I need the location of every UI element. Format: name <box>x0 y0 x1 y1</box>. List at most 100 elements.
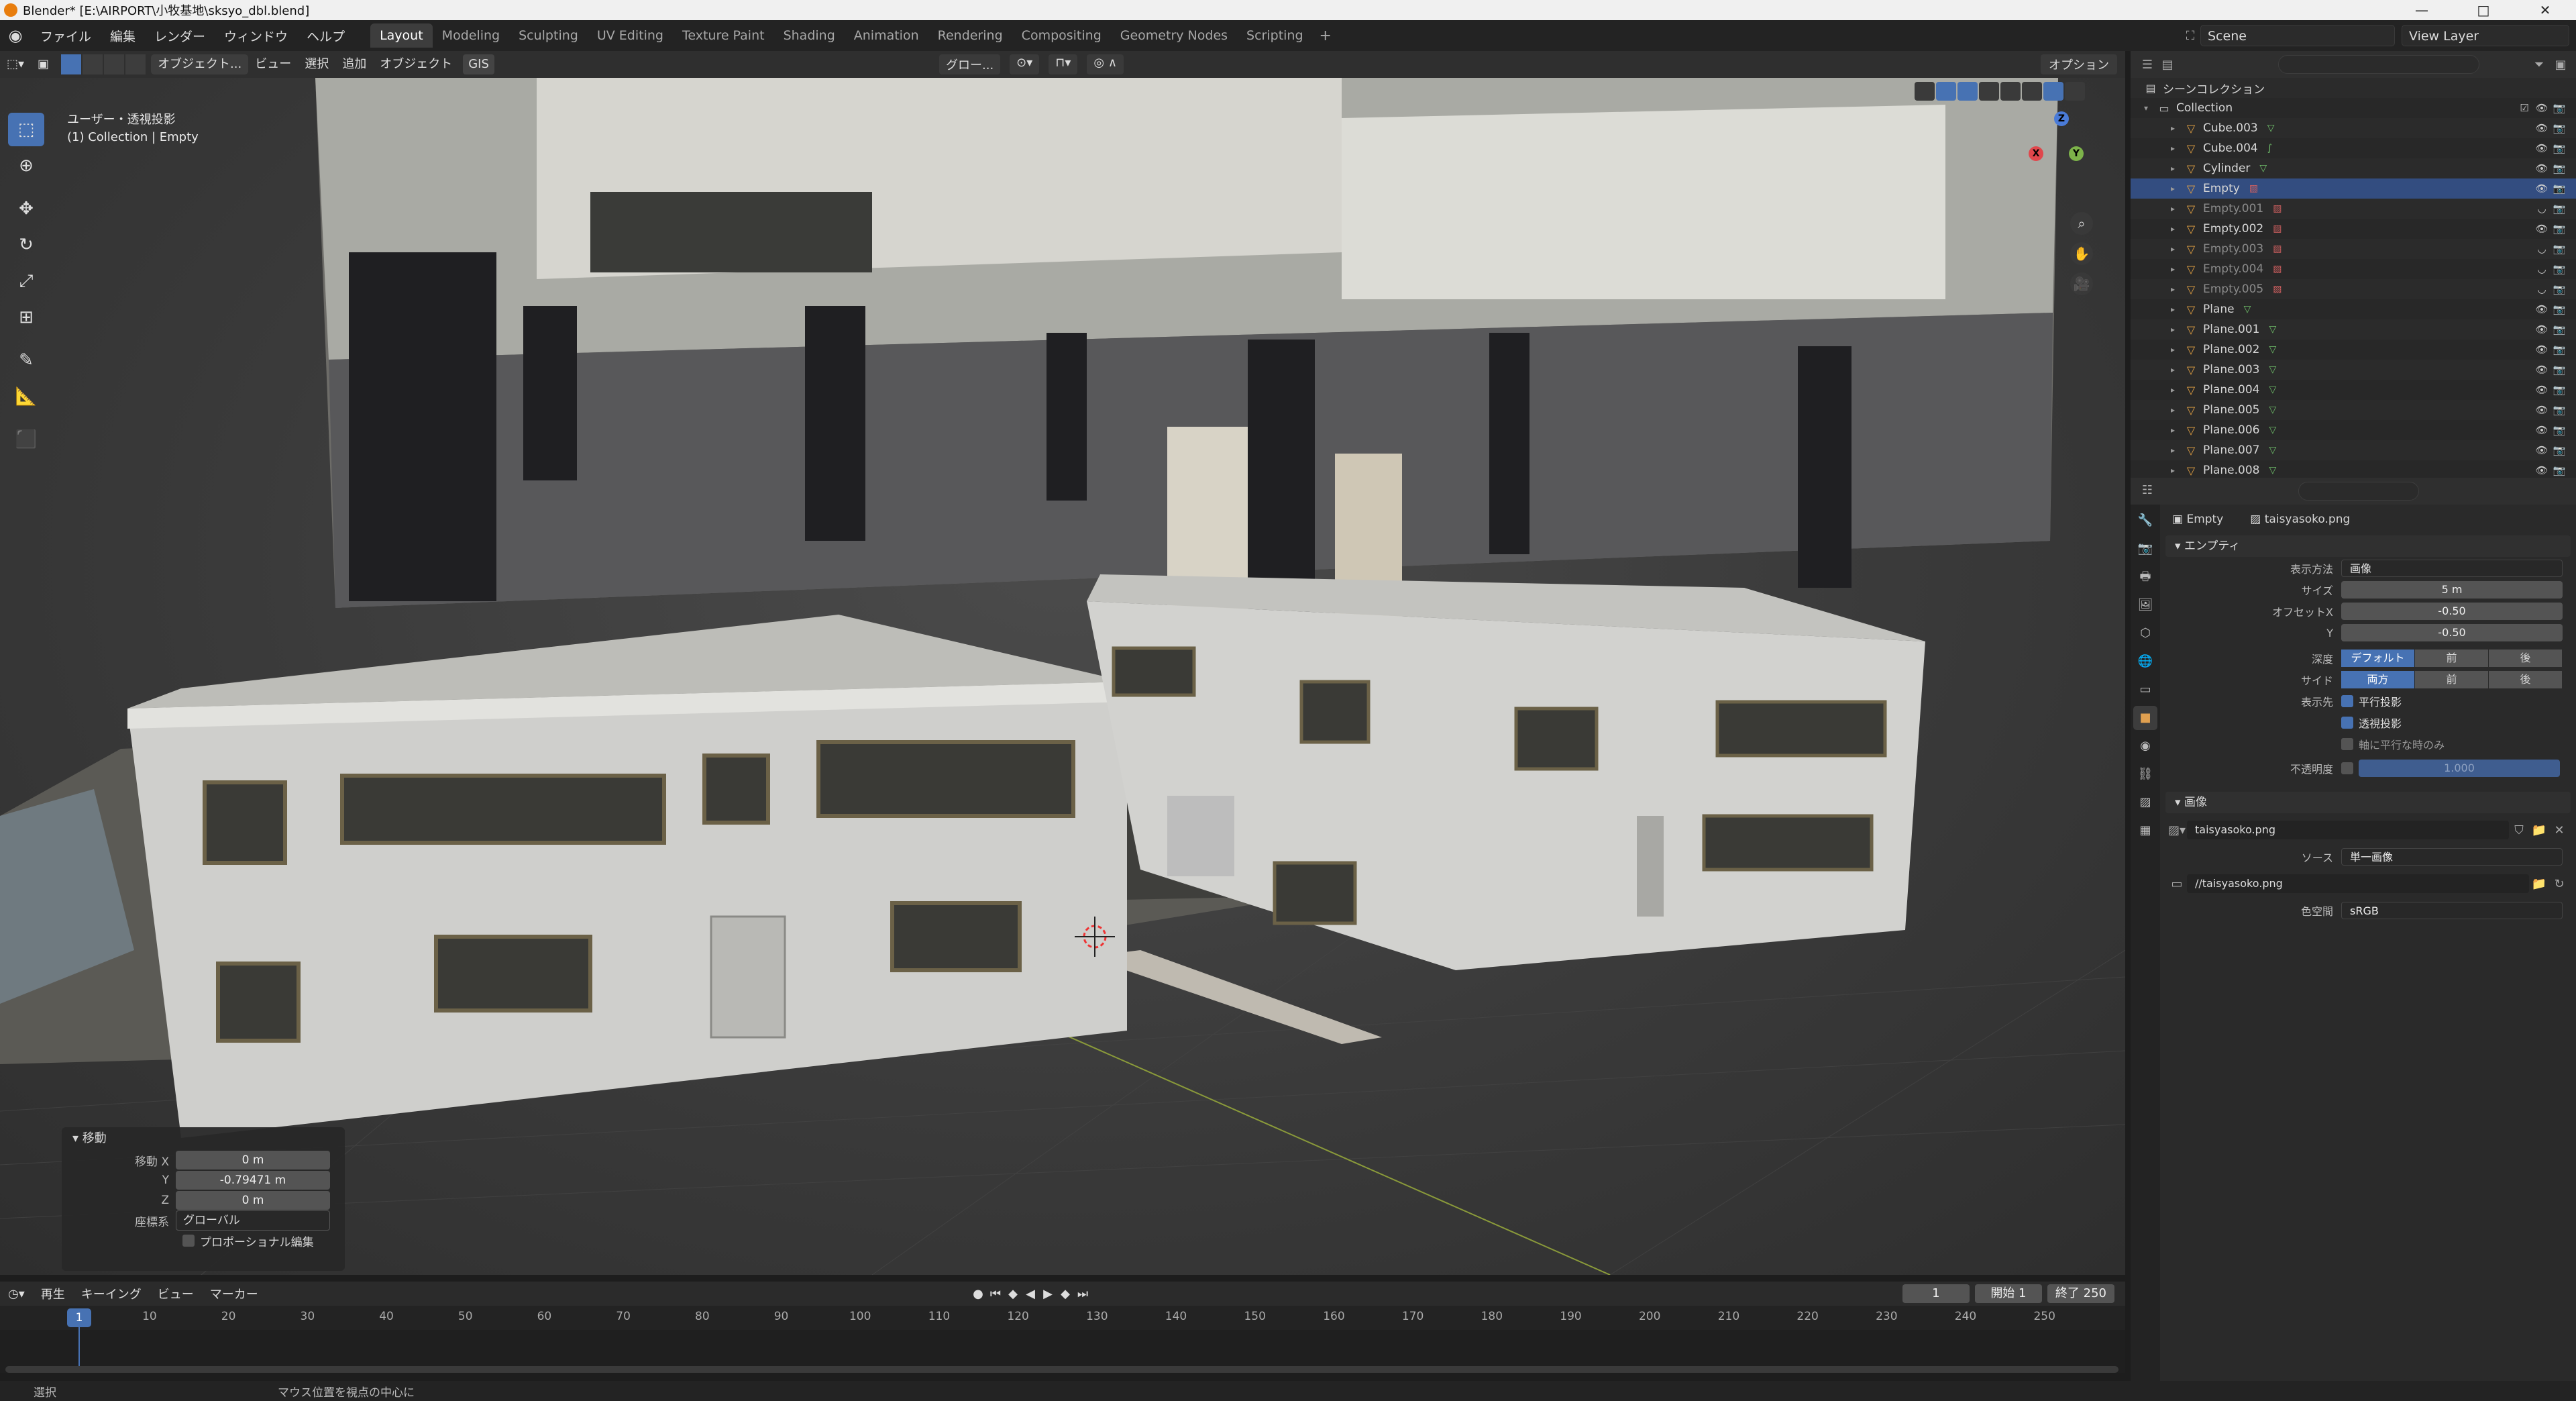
outliner-item[interactable]: ▸ ▽ Plane.008 ▽ 👁 📷 <box>2131 460 2576 478</box>
use-opacity-checkbox[interactable] <box>2341 762 2359 774</box>
expand-icon[interactable]: ▸ <box>2171 224 2182 234</box>
view-layer-field[interactable]: View Layer <box>2402 25 2569 46</box>
open-image-icon[interactable]: 📁 <box>2529 823 2549 837</box>
eye-icon[interactable]: 👁 <box>2533 424 2551 436</box>
move-x-field[interactable]: 0 m <box>176 1151 330 1170</box>
operator-title[interactable]: ▾ 移動 <box>62 1127 345 1150</box>
expand-icon[interactable]: ▸ <box>2171 325 2182 334</box>
move-icon[interactable]: ✥ <box>8 192 44 225</box>
shading-render-icon[interactable] <box>2065 82 2085 101</box>
mesh-data-icon[interactable]: ▽ <box>2269 425 2282 435</box>
shading-solid-icon[interactable] <box>2022 82 2042 101</box>
shading-material-icon[interactable] <box>2043 82 2063 101</box>
expand-icon[interactable]: ▸ <box>2171 466 2182 475</box>
add-workspace-icon[interactable]: + <box>1313 28 1338 44</box>
expand-icon[interactable]: ▸ <box>2171 184 2182 193</box>
tab-sculpting[interactable]: Sculpting <box>509 23 588 48</box>
outliner-item[interactable]: ▸ ▽ Plane.005 ▽ 👁 📷 <box>2131 400 2576 420</box>
jump-start-icon[interactable]: ⏮ <box>987 1287 1004 1301</box>
outliner-item[interactable]: ▸ ▽ Empty ▨ 👁 📷 <box>2131 178 2576 199</box>
menu-timeline-view[interactable]: ビュー <box>150 1285 202 1302</box>
rotate-icon[interactable]: ↻ <box>8 228 44 262</box>
tab-scripting[interactable]: Scripting <box>1237 23 1313 48</box>
expand-icon[interactable]: ▸ <box>2171 244 2182 254</box>
menu-object[interactable]: オブジェクト <box>373 54 459 74</box>
side-front[interactable]: 前 <box>2415 671 2488 688</box>
menu-add[interactable]: 追加 <box>335 54 373 74</box>
menu-keying[interactable]: キーイング <box>73 1285 150 1302</box>
eye-icon[interactable]: 👁 <box>2533 183 2551 195</box>
menu-window[interactable]: ウィンドウ <box>215 27 297 45</box>
image-data-icon[interactable]: ▨ <box>2273 264 2286 274</box>
camera-icon[interactable]: 📷 <box>2551 283 2568 295</box>
camera-view-icon[interactable]: 🎥 <box>2070 272 2093 295</box>
outliner-item[interactable]: ▸ ▽ Plane ▽ 👁 📷 <box>2131 299 2576 319</box>
outliner-item[interactable]: ▸ ▽ Empty.001 ▨ ◡ 📷 <box>2131 199 2576 219</box>
camera-icon[interactable]: 📷 <box>2551 384 2568 396</box>
eye-icon[interactable]: ◡ <box>2533 263 2551 275</box>
outliner-item[interactable]: ▸ ▽ Empty.004 ▨ ◡ 📷 <box>2131 259 2576 279</box>
current-frame-field[interactable]: 1 <box>1902 1284 1970 1303</box>
eye-icon[interactable]: 👁 <box>2533 162 2551 174</box>
camera-icon[interactable]: 📷 <box>2551 424 2568 436</box>
fake-user-icon[interactable]: ⛉ <box>2509 823 2529 837</box>
outliner-item[interactable]: ▸ ▽ Plane.001 ▽ 👁 📷 <box>2131 319 2576 340</box>
depth-front[interactable]: 前 <box>2415 650 2488 667</box>
camera-icon[interactable]: 📷 <box>2551 243 2568 255</box>
unlink-icon[interactable]: ✕ <box>2549 823 2569 837</box>
timeline-scrollbar[interactable] <box>5 1366 2118 1373</box>
side-both[interactable]: 両方 <box>2341 671 2414 688</box>
tab-shading[interactable]: Shading <box>774 23 845 48</box>
select-subtract-icon[interactable] <box>104 54 125 74</box>
camera-icon[interactable]: 📷 <box>2551 444 2568 456</box>
tab-texture-paint[interactable]: Texture Paint <box>673 23 774 48</box>
proportional-edit-icon[interactable]: ◎ ∧ <box>1087 54 1124 74</box>
expand-icon[interactable]: ▸ <box>2171 284 2182 294</box>
scene-name-field[interactable]: Scene <box>2200 25 2395 46</box>
pivot-point-icon[interactable]: ⊙▾ <box>1010 54 1040 74</box>
overlay-toggle-icon[interactable] <box>1957 82 1978 101</box>
outliner-item[interactable]: ▸ ▽ Plane.004 ▽ 👁 📷 <box>2131 380 2576 400</box>
tab-layout[interactable]: Layout <box>370 23 433 48</box>
gizmo-y-axis[interactable]: Y <box>2069 146 2084 161</box>
outliner-item[interactable]: ▸ ▽ Plane.006 ▽ 👁 📷 <box>2131 420 2576 440</box>
collection-row[interactable]: ▾ ▭ Collection ☑ 👁 📷 <box>2131 98 2576 118</box>
mesh-data-icon[interactable]: ▽ <box>2269 465 2282 476</box>
depth-back[interactable]: 後 <box>2489 650 2562 667</box>
close-button[interactable]: ✕ <box>2514 0 2576 20</box>
eye-icon[interactable]: ◡ <box>2533 203 2551 215</box>
checkbox-icon[interactable]: ☑ <box>2516 102 2533 114</box>
camera-icon[interactable]: 📷 <box>2551 303 2568 315</box>
image-panel-header[interactable]: ▾ 画像 <box>2165 792 2571 813</box>
eye-icon[interactable]: 👁 <box>2533 223 2551 235</box>
outliner-item[interactable]: ▸ ▽ Plane.002 ▽ 👁 📷 <box>2131 340 2576 360</box>
select-extend-icon[interactable] <box>83 54 103 74</box>
texture-tab-icon[interactable]: ▦ <box>2133 819 2157 843</box>
expand-icon[interactable]: ▸ <box>2171 144 2182 153</box>
shading-wire-icon[interactable] <box>2000 82 2021 101</box>
frame-start-field[interactable]: 開始 1 <box>1974 1284 2042 1303</box>
tab-animation[interactable]: Animation <box>845 23 928 48</box>
tab-compositing[interactable]: Compositing <box>1012 23 1111 48</box>
menu-marker[interactable]: マーカー <box>202 1285 266 1302</box>
expand-icon[interactable]: ▸ <box>2171 405 2182 415</box>
menu-view[interactable]: ビュー <box>248 54 298 74</box>
menu-file[interactable]: ファイル <box>31 27 101 45</box>
camera-icon[interactable]: 📷 <box>2551 323 2568 335</box>
eye-icon[interactable]: 👁 <box>2533 404 2551 416</box>
filter-icon[interactable]: ⏷ <box>2529 58 2549 72</box>
pan-hand-icon[interactable]: ✋ <box>2070 242 2093 265</box>
mesh-data-icon[interactable]: ▽ <box>2269 324 2282 335</box>
blender-menu-icon[interactable]: ◉ <box>0 20 31 51</box>
scene-tab-icon[interactable]: ⬡ <box>2133 621 2157 645</box>
gizmo-toggle-icon[interactable] <box>1936 82 1956 101</box>
object-tab-icon[interactable]: ■ <box>2133 706 2157 730</box>
minimize-button[interactable]: — <box>2391 0 2453 20</box>
camera-icon[interactable]: 📷 <box>2551 223 2568 235</box>
eye-icon[interactable]: 👁 <box>2533 303 2551 315</box>
select-icon[interactable]: ⬚ <box>8 113 44 146</box>
mesh-data-icon[interactable]: ▽ <box>2269 344 2282 355</box>
cursor-icon[interactable]: ⊕ <box>8 149 44 183</box>
menu-gis[interactable]: GIS <box>463 54 494 74</box>
eye-icon[interactable]: 👁 <box>2533 323 2551 335</box>
